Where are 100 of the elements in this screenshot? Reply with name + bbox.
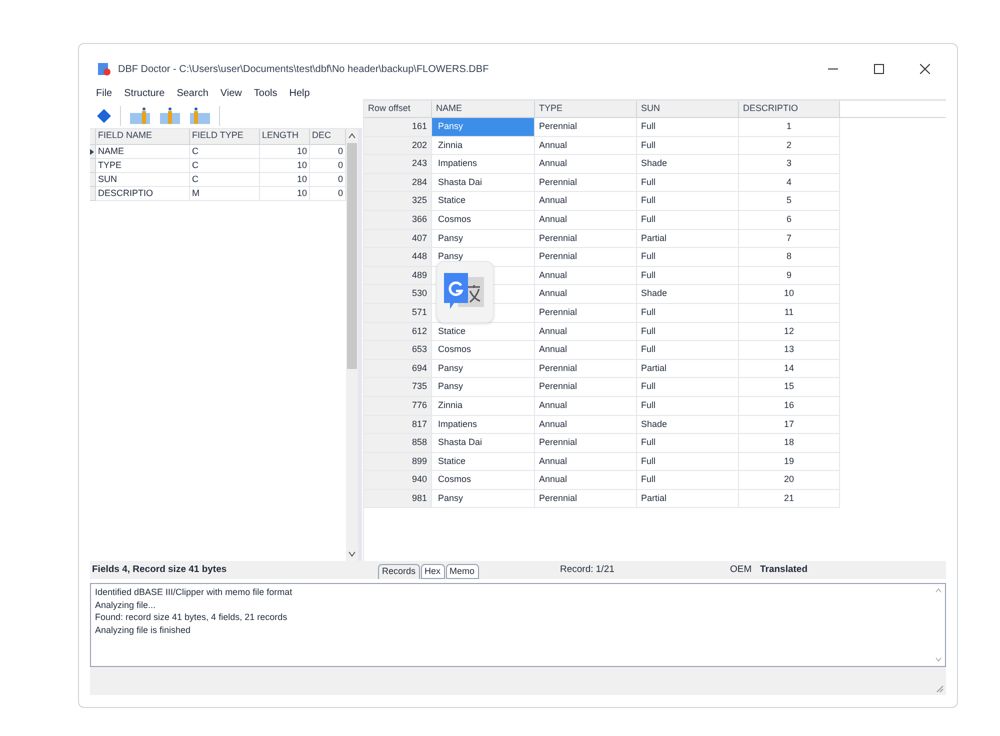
table-cell[interactable]: Statice xyxy=(432,452,535,472)
menu-item[interactable]: Search xyxy=(176,86,208,100)
close-icon[interactable] xyxy=(920,64,930,74)
table-cell: Full xyxy=(637,341,739,360)
column-header[interactable]: NAME xyxy=(432,101,535,118)
row-offset: 981 xyxy=(364,490,432,508)
row-offset: 202 xyxy=(364,136,432,156)
table-cell: 10 xyxy=(260,145,310,159)
table-cell: Annual xyxy=(535,266,637,286)
table-cell: C xyxy=(190,173,260,187)
row-offset: 448 xyxy=(364,248,432,267)
insert-column-icon[interactable] xyxy=(189,106,211,124)
table-cell: 13 xyxy=(739,341,840,360)
table-cell: 12 xyxy=(739,322,840,342)
column-header[interactable]: FIELD NAME xyxy=(96,129,190,145)
table-cell: Full xyxy=(637,192,739,211)
table-cell: Perennial xyxy=(535,248,637,267)
table-cell[interactable]: Pansy xyxy=(432,378,535,397)
table-cell: Full xyxy=(637,118,739,137)
diamond-icon[interactable] xyxy=(96,108,112,124)
menu-item[interactable]: View xyxy=(220,86,242,100)
row-offset: 530 xyxy=(364,285,432,304)
table-cell[interactable]: Statice xyxy=(432,192,535,211)
scroll-up-icon[interactable] xyxy=(348,133,356,139)
column-header[interactable]: DEC xyxy=(310,129,346,145)
table-cell: C xyxy=(190,145,260,159)
insert-column-icon[interactable] xyxy=(129,106,151,124)
table-cell[interactable]: Cosmos xyxy=(432,471,535,490)
table-cell: Perennial xyxy=(535,174,637,192)
maximize-icon[interactable] xyxy=(874,64,884,74)
table-cell[interactable]: Zinnia xyxy=(432,396,535,416)
tab[interactable]: Records xyxy=(378,564,420,579)
table-cell[interactable]: Impatiens xyxy=(432,416,535,434)
mode-label: Translated xyxy=(759,562,808,577)
table-cell: 11 xyxy=(739,304,840,323)
table-cell: Annual xyxy=(535,285,637,304)
table-cell[interactable]: Statice xyxy=(432,322,535,342)
log-line: Analyzing file... xyxy=(95,598,157,611)
column-header[interactable]: SUN xyxy=(637,101,739,118)
table-cell: 15 xyxy=(739,378,840,397)
table-cell: Full xyxy=(637,471,739,490)
table-cell: 2 xyxy=(739,136,840,156)
menu-item[interactable]: Help xyxy=(289,86,310,100)
table-cell[interactable]: Pansy xyxy=(432,360,535,378)
table-cell: 20 xyxy=(739,471,840,490)
table-cell[interactable]: Shasta Dai xyxy=(432,174,535,192)
row-offset: 571 xyxy=(364,304,432,323)
app-icon xyxy=(96,61,112,77)
table-cell: 21 xyxy=(739,490,840,508)
scroll-thumb[interactable] xyxy=(347,143,357,369)
table-cell: Full xyxy=(637,266,739,286)
table-cell[interactable]: Shasta Dai xyxy=(432,434,535,453)
menu-item[interactable]: File xyxy=(96,86,112,100)
table-cell: Partial xyxy=(637,360,739,378)
row-indicator[interactable] xyxy=(90,145,96,159)
tab[interactable]: Hex xyxy=(420,564,445,579)
table-cell: 3 xyxy=(739,155,840,174)
table-cell: 17 xyxy=(739,416,840,434)
table-cell: 16 xyxy=(739,396,840,416)
row-offset: 284 xyxy=(364,174,432,192)
column-header[interactable]: Row offset xyxy=(364,101,432,118)
column-header[interactable]: FIELD TYPE xyxy=(190,129,260,145)
column-header[interactable]: TYPE xyxy=(535,101,637,118)
scroll-down-icon[interactable] xyxy=(348,551,356,557)
table-cell: Partial xyxy=(637,490,739,508)
column-header[interactable]: DESCRIPTIO xyxy=(739,101,840,118)
table-cell: Annual xyxy=(535,210,637,230)
table-cell: NAME xyxy=(96,145,190,159)
table-cell[interactable]: Impatiens xyxy=(432,155,535,174)
table-cell: Full xyxy=(637,136,739,156)
menu-item[interactable]: Tools xyxy=(254,86,278,100)
table-cell[interactable]: Cosmos xyxy=(432,341,535,360)
row-offset: 325 xyxy=(364,192,432,211)
table-cell: Perennial xyxy=(535,304,637,323)
table-cell: SUN xyxy=(96,173,190,187)
log-line: Identified dBASE III/Clipper with memo file format xyxy=(95,586,294,598)
encoding-label: OEM xyxy=(730,562,753,577)
table-cell: Annual xyxy=(535,192,637,211)
insert-column-icon[interactable] xyxy=(159,106,181,124)
table-cell: 10 xyxy=(260,173,310,187)
table-cell: 10 xyxy=(739,285,840,304)
table-cell: DESCRIPTIO xyxy=(96,187,190,201)
table-cell: Full xyxy=(637,210,739,230)
table-cell: 1 xyxy=(739,118,840,137)
table-cell[interactable]: Cosmos xyxy=(432,210,535,230)
table-cell[interactable]: Pansy xyxy=(432,230,535,248)
table-cell: Annual xyxy=(535,452,637,472)
translate-popup[interactable] xyxy=(436,261,494,323)
resize-grip-icon[interactable] xyxy=(936,685,944,693)
table-cell: Annual xyxy=(535,155,637,174)
tab[interactable]: Memo xyxy=(446,564,479,579)
table-cell: M xyxy=(190,187,260,201)
row-offset: 899 xyxy=(364,452,432,472)
table-cell[interactable]: Zinnia xyxy=(432,136,535,156)
row-offset: 407 xyxy=(364,230,432,248)
table-cell[interactable]: Pansy xyxy=(432,490,535,508)
row-offset: 612 xyxy=(364,322,432,342)
column-header[interactable]: LENGTH xyxy=(260,129,310,145)
menu-item[interactable]: Structure xyxy=(124,86,165,100)
scrollbar[interactable] xyxy=(346,129,358,561)
